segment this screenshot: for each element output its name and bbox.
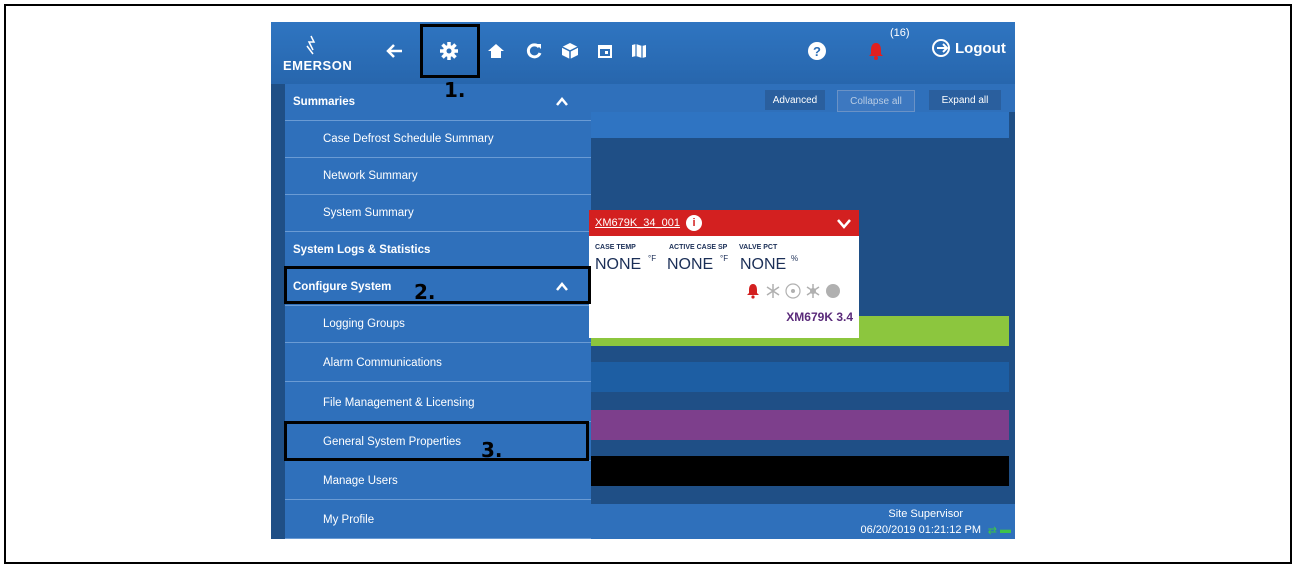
- top-toolbar: EMERSON ? (16) Logout: [271, 22, 1015, 84]
- menu-item-label: Case Defrost Schedule Summary: [323, 133, 494, 145]
- step2-label: 2.: [414, 280, 436, 304]
- status-dot-icon: [826, 284, 840, 298]
- group-band-purple[interactable]: [591, 410, 1009, 440]
- calendar-icon[interactable]: [590, 34, 620, 68]
- info-icon[interactable]: i: [686, 215, 702, 231]
- alarm-bell-icon: [747, 284, 759, 299]
- refresh-icon[interactable]: [519, 34, 549, 68]
- chevron-up-icon: [556, 97, 568, 106]
- home-icon[interactable]: [481, 34, 511, 68]
- step1-highlight-box: [420, 24, 480, 78]
- connection-arrows-icon: ⇄: [987, 525, 997, 537]
- active-case-sp-value: NONE: [667, 256, 714, 273]
- snowflake-icon: [766, 284, 780, 298]
- alarm-count-badge: (16): [890, 27, 910, 39]
- step1-label: 1.: [444, 78, 466, 102]
- menu-item-logging-groups[interactable]: Logging Groups: [285, 306, 591, 343]
- menu-item-my-profile[interactable]: My Profile: [285, 502, 591, 539]
- svg-text:?: ?: [813, 44, 821, 59]
- content-toolbar: Advanced Collapse all Expand all: [591, 84, 1015, 112]
- menu-item-label: My Profile: [323, 514, 375, 526]
- menu-header-label: Summaries: [293, 96, 356, 108]
- logout-label: Logout: [955, 39, 1006, 57]
- group-band-blue: [591, 112, 1009, 138]
- group-band-dark: [591, 138, 1009, 176]
- logout-button[interactable]: Logout: [931, 38, 1006, 58]
- app-window: EMERSON ? (16) Logout Summaries Case Def…: [271, 22, 1015, 539]
- case-temp-unit: °F: [648, 254, 657, 263]
- menu-item-manage-users[interactable]: Manage Users: [285, 463, 591, 500]
- valve-pct-value: NONE: [740, 256, 787, 273]
- case-temp-label: CASE TEMP: [595, 244, 636, 251]
- valve-pct-label: VALVE PCT: [739, 244, 778, 251]
- group-band-blue2[interactable]: [591, 362, 1009, 392]
- step3-label: 3.: [481, 438, 503, 462]
- defrost-icon: [806, 284, 820, 298]
- menu-item-label: Manage Users: [323, 475, 398, 487]
- settings-menu: Summaries Case Defrost Schedule Summary …: [285, 84, 591, 539]
- main-content: Advanced Collapse all Expand all XM679K_…: [589, 84, 1015, 539]
- menu-item-label: File Management & Licensing: [323, 397, 475, 409]
- case-temp-value: NONE: [595, 256, 642, 273]
- collapse-all-button[interactable]: Collapse all: [837, 90, 915, 112]
- expand-all-button[interactable]: Expand all: [929, 90, 1001, 110]
- menu-item-system-summary[interactable]: System Summary: [285, 195, 591, 232]
- device-card[interactable]: XM679K_34_001 i CASE TEMP ACTIVE CASE SP…: [589, 210, 859, 338]
- device-name-link[interactable]: XM679K_34_001: [595, 217, 680, 229]
- menu-item-file-management[interactable]: File Management & Licensing: [285, 385, 591, 422]
- menu-header-logs[interactable]: System Logs & Statistics: [285, 232, 591, 269]
- advanced-button[interactable]: Advanced: [765, 90, 825, 110]
- menu-item-label: Logging Groups: [323, 318, 405, 330]
- step2-highlight-box: [284, 266, 591, 304]
- fan-icon: [785, 283, 801, 299]
- menu-item-label: Alarm Communications: [323, 357, 442, 369]
- bell-icon[interactable]: [861, 34, 891, 68]
- group-band-black[interactable]: [591, 456, 1009, 486]
- menu-header-summaries[interactable]: Summaries: [285, 84, 591, 121]
- menu-item-label: System Summary: [323, 207, 414, 219]
- emerson-mark-icon: [306, 35, 316, 55]
- device-model: XM679K 3.4: [786, 310, 853, 324]
- help-icon[interactable]: ?: [802, 34, 832, 68]
- menu-item-alarm-communications[interactable]: Alarm Communications: [285, 345, 591, 382]
- menu-item-label: Network Summary: [323, 170, 418, 182]
- network-status-icon: ▬: [1000, 524, 1011, 536]
- active-case-sp-unit: °F: [720, 254, 729, 263]
- chevron-down-icon[interactable]: [837, 216, 851, 230]
- active-case-sp-label: ACTIVE CASE SP: [669, 244, 728, 251]
- cube-icon[interactable]: [555, 34, 585, 68]
- emerson-logo: EMERSON: [279, 34, 371, 76]
- map-icon[interactable]: [624, 34, 654, 68]
- menu-item-network-summary[interactable]: Network Summary: [285, 158, 591, 195]
- logout-icon: [932, 39, 950, 57]
- site-role: Site Supervisor: [888, 508, 963, 520]
- step3-highlight-box: [284, 421, 589, 461]
- menu-header-label: System Logs & Statistics: [293, 244, 431, 256]
- menu-item-case-defrost[interactable]: Case Defrost Schedule Summary: [285, 121, 591, 158]
- back-arrow-icon[interactable]: [379, 34, 409, 68]
- device-card-header: XM679K_34_001 i: [589, 210, 859, 236]
- site-datetime: 06/20/2019 01:21:12 PM: [860, 524, 981, 536]
- brand-name: EMERSON: [283, 58, 353, 73]
- valve-pct-unit: %: [791, 254, 799, 263]
- status-footer: Site Supervisor 06/20/2019 01:21:12 PM ⇄…: [591, 504, 1015, 539]
